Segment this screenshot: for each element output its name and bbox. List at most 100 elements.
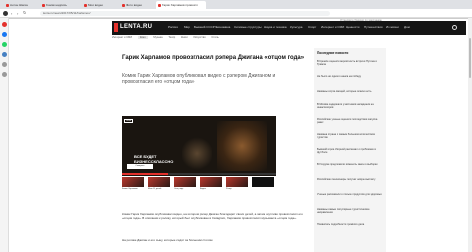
tab-0[interactable]: Антон Шагин (4, 1, 38, 9)
forward-icon[interactable]: › (17, 12, 21, 16)
favicon-icon (84, 3, 87, 7)
news-item[interactable]: Не было ни одного шанса на победу (317, 75, 383, 78)
logo-mark-icon (114, 23, 118, 32)
back-icon[interactable]: ‹ (11, 12, 15, 16)
tab-1[interactable]: Koмяк надпись (40, 1, 80, 9)
subnav-item[interactable]: Театр (168, 36, 175, 39)
nav-item[interactable]: Путешествия (364, 25, 383, 29)
thumbnail-item[interactable]: Отец года (174, 177, 196, 198)
url-input[interactable]: lenta.ru/news/2017/05/11/harlamov/ (40, 11, 330, 16)
news-item[interactable]: Названы сорта овощей, которые опасно ест… (317, 90, 383, 93)
tab-label: Koмяк надпись (46, 3, 67, 7)
scrollbar-thumb[interactable] (469, 38, 471, 78)
news-item[interactable]: Бывший игрок сборной рассказал о проблем… (317, 148, 383, 154)
nav-item[interactable]: Ценности (346, 25, 359, 29)
article-paragraph: На ролике Джиган и его сыну, которые сид… (122, 238, 213, 242)
video-logo: Lenta (124, 119, 133, 123)
messenger-icon[interactable] (2, 32, 7, 37)
speed-dial-icon[interactable] (2, 22, 7, 27)
nav-item[interactable]: Спорт (308, 25, 316, 29)
tab-label: Мои видео (88, 3, 104, 7)
article-paragraph: Комик Гарик Харламов опубликовал видео, … (122, 212, 303, 220)
video-progress-track[interactable] (122, 173, 276, 175)
vk-icon[interactable] (2, 52, 7, 57)
favicon-icon (6, 3, 9, 7)
site-header: LENTA.RU Россия Мир Бывший СССР Экономик… (112, 21, 466, 35)
nav-item[interactable]: Экономика (215, 25, 230, 29)
news-item[interactable]: Названы самые популярные туристические н… (317, 208, 383, 214)
subnav-item[interactable]: Интернет и СМИ (112, 36, 132, 39)
news-item[interactable]: Ученые рассказали о пользе продуктов для… (317, 193, 383, 196)
tab-label: Антон Шагин (10, 3, 29, 7)
news-item[interactable]: В Москве задержали участников нападения … (317, 103, 383, 109)
favicon-icon (158, 3, 161, 7)
address-bar-row: ‹ › ↻ lenta.ru/news/2017/05/11/harlamov/… (0, 9, 472, 22)
reload-icon[interactable]: ↻ (23, 11, 27, 15)
news-item-text: Российские пенсионеры получат новую выпл… (317, 178, 376, 181)
sidebar-title: Последние новости (317, 51, 349, 55)
tab-label: Гарик Харламов провозгл (162, 3, 198, 7)
news-item[interactable]: Появились подробности громкого дела (317, 223, 383, 226)
nav-item[interactable]: Россия (168, 25, 178, 29)
nav-item[interactable]: Интернет и СМИ (321, 25, 344, 29)
nav-item[interactable]: Дом (404, 25, 410, 29)
video-player[interactable]: Lenta ВСЕ БУДЕТ БИЗНЕССКЛАССНО Смотреть (122, 116, 276, 176)
tab-3[interactable]: Фото видео (120, 1, 154, 9)
latest-news-sidebar: Последние новости В Кремле оценили вероя… (314, 48, 386, 252)
thumbnail-caption: Комик Харламов (122, 188, 138, 190)
news-item-text: Бывший игрок сборной рассказал о проблем… (317, 148, 376, 155)
thumbnail-item[interactable]: Мать 11 детей (148, 177, 170, 198)
news-item[interactable]: В Кремле оценили вероятность встречи Пут… (317, 60, 383, 66)
thumbnail-image (252, 177, 274, 187)
news-item-text: Названы самые популярные туристические н… (317, 208, 370, 215)
browser-sidebar (0, 18, 9, 252)
thumbnail-item[interactable] (252, 177, 274, 198)
video-overlay-text: ВСЕ БУДЕТ БИЗНЕССКЛАССНО (134, 154, 174, 164)
subnav-item-selected[interactable]: Кино (137, 36, 148, 39)
video-frame-light (217, 121, 267, 171)
video-watch-button[interactable]: Смотреть (127, 164, 153, 169)
browser-tab-bar: Антон Шагин Koмяк надпись Мои видео Фото… (0, 0, 472, 9)
news-item-text: Названа страна с самым большим количеств… (317, 133, 375, 140)
nav-item[interactable]: Культура (290, 25, 302, 29)
news-item-text: В Госдуме предложили изменить закон о вы… (317, 163, 378, 166)
news-item[interactable]: Российские пенсионеры получат новую выпл… (317, 178, 383, 181)
news-item-text: Названы сорта овощей, которые опасно ест… (317, 90, 372, 93)
thumbnail-caption: Мать 11 детей (148, 188, 162, 190)
news-item-text: Российские ученые оценили последствия за… (317, 118, 378, 125)
article-lead: Комик Гарик Харламов опубликовал видео с… (122, 73, 276, 85)
search-icon[interactable] (452, 25, 457, 30)
browser-logo-icon (3, 11, 8, 16)
thumbnail-item[interactable]: Рэпер (226, 177, 248, 198)
page-scrollbar[interactable] (468, 18, 472, 252)
news-item[interactable]: Названа страна с самым большим количеств… (317, 133, 383, 139)
subnav-item[interactable]: Книги (181, 36, 188, 39)
nav-item[interactable]: Мир (184, 25, 190, 29)
site-logo[interactable]: LENTA.RU (120, 24, 152, 30)
nav-item[interactable]: Из жизни (386, 25, 399, 29)
video-thumbnail-strip: Комик Харламов Мать 11 детей Отец года В… (122, 176, 276, 199)
tab-2[interactable]: Мои видео (82, 1, 118, 9)
nav-item[interactable]: Наука и техника (264, 25, 287, 29)
subnav-item[interactable]: Музыка (153, 36, 162, 39)
article-headline: Гарик Харламов провозгласил рэпера Джига… (122, 55, 305, 61)
nav-item[interactable]: Силовые структуры (234, 25, 262, 29)
news-item-text: В Москве задержали участников нападения … (317, 103, 374, 110)
history-icon[interactable] (2, 62, 7, 67)
video-frame-figure (182, 136, 212, 171)
bookmarks-icon[interactable] (2, 72, 7, 77)
thumbnail-image (122, 177, 144, 187)
thumbnail-item[interactable]: Комик Харламов (122, 177, 144, 198)
thumbnail-image (148, 177, 170, 187)
thumbnail-image (226, 177, 248, 187)
subnav-item[interactable]: Искусство (193, 36, 205, 39)
tab-4-active[interactable]: Гарик Харламов провозгл (156, 1, 206, 9)
news-item[interactable]: В Госдуме предложили изменить закон о вы… (317, 163, 383, 166)
news-item[interactable]: Российские ученые оценили последствия за… (317, 118, 383, 124)
divider (9, 18, 472, 19)
favicon-icon (122, 3, 125, 7)
whatsapp-icon[interactable] (2, 42, 7, 47)
nav-item[interactable]: Бывший СССР (194, 25, 215, 29)
subnav-item[interactable]: Стиль (211, 36, 218, 39)
thumbnail-item[interactable]: Видео (200, 177, 222, 198)
